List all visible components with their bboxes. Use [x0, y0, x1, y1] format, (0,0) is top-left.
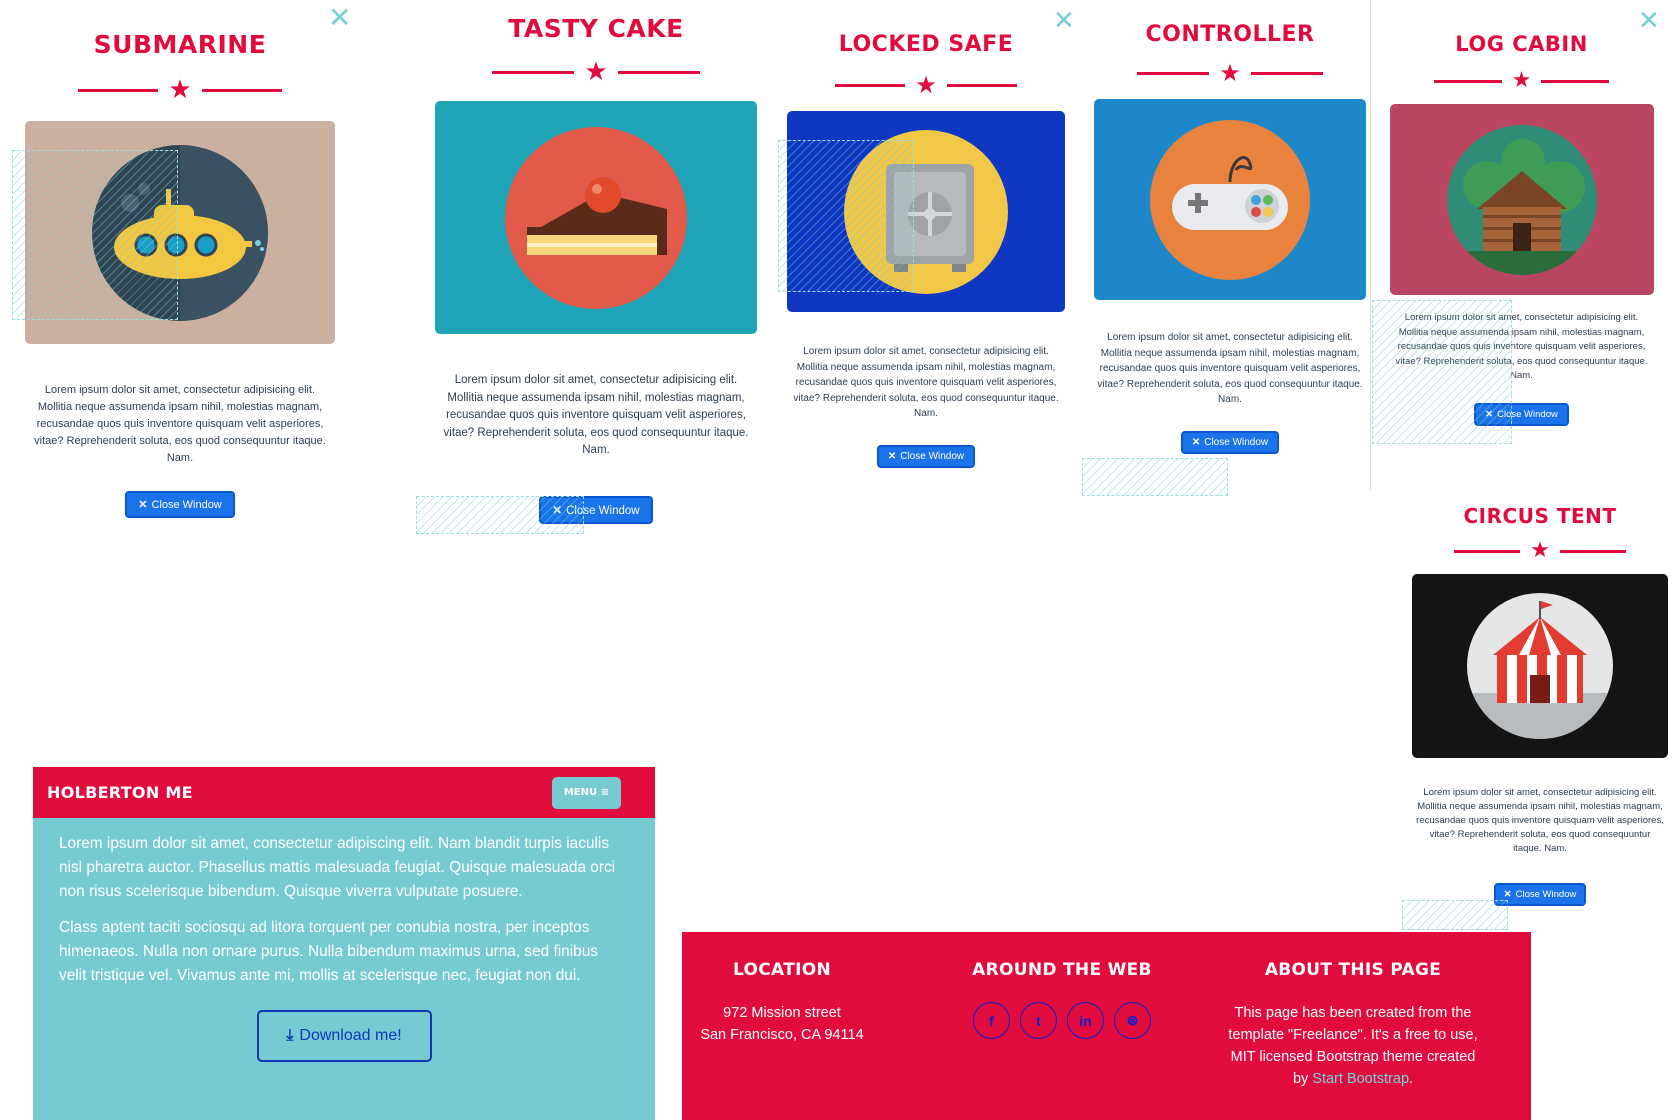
star-icon: ★ — [168, 75, 192, 105]
modal-image — [1389, 104, 1654, 295]
footer-about: ABOUT THIS PAGE This page has been creat… — [1222, 960, 1484, 1090]
modal-circus-tent: CIRCUS TENT ★ Lorem ipsum dolor sit amet… — [1400, 496, 1680, 906]
modal-title: LOG CABIN — [1455, 32, 1588, 56]
safe-icon — [844, 129, 1008, 294]
star-divider: ★ — [1090, 61, 1370, 85]
navbar: HOLBERTON ME MENU ≡ — [33, 767, 655, 818]
close-icon: ✕ — [1485, 408, 1494, 420]
about-paragraph: Class aptent taciti sociosqu ad litora t… — [59, 919, 598, 984]
modal-title: CONTROLLER — [1145, 22, 1315, 47]
linkedin-icon[interactable]: in — [1067, 1002, 1104, 1039]
modal-image — [435, 101, 757, 334]
dribbble-icon[interactable]: ⊛ — [1114, 1002, 1151, 1039]
close-window-button[interactable]: ✕ Close Window — [539, 495, 653, 524]
close-window-button[interactable]: ✕ Close Window — [1474, 402, 1569, 426]
mobile-preview: HOLBERTON ME MENU ≡ Lorem ipsum dolor si… — [33, 767, 655, 1120]
close-x-icon[interactable]: ✕ — [328, 4, 351, 32]
modal-text: Lorem ipsum dolor sit amet, consectetur … — [1395, 312, 1648, 381]
modal-image — [1412, 574, 1668, 758]
about-text: This page has been created from the temp… — [1228, 1005, 1478, 1087]
address-line: San Francisco, CA 94114 — [700, 1027, 864, 1043]
close-x-icon[interactable]: ✕ — [1638, 8, 1660, 34]
modal-locked-safe: LOCKED SAFE ★ Lorem ipsum dolor sit amet… — [786, 18, 1066, 468]
modal-text: Lorem ipsum dolor sit amet, consectetur … — [1416, 787, 1664, 854]
footer: LOCATION 972 Mission street San Francisc… — [682, 932, 1531, 1120]
submarine-icon — [92, 144, 268, 321]
menu-button[interactable]: MENU ≡ — [551, 776, 621, 809]
modal-tasty-cake: TASTY CAKE ★ Lorem ipsum dolor sit amet,… — [420, 0, 772, 524]
star-icon: ★ — [1530, 538, 1550, 563]
download-icon: ⤓ — [286, 1027, 294, 1044]
modal-title: SUBMARINE — [93, 30, 267, 59]
star-divider: ★ — [786, 73, 1066, 97]
modal-title: CIRCUS TENT — [1463, 504, 1617, 528]
star-icon: ★ — [1511, 68, 1532, 93]
modal-controller: CONTROLLER ★ Lorem ipsum dolor sit amet,… — [1090, 10, 1370, 454]
star-divider: ★ — [420, 59, 772, 85]
modal-text: Lorem ipsum dolor sit amet, consectetur … — [34, 384, 326, 464]
facebook-icon[interactable]: f — [973, 1002, 1010, 1039]
close-icon: ✕ — [138, 499, 148, 511]
modal-image — [1094, 99, 1366, 300]
modal-image — [25, 121, 335, 344]
close-window-button[interactable]: ✕ Close Window — [876, 444, 976, 468]
footer-location: LOCATION 972 Mission street San Francisc… — [682, 960, 882, 1046]
modal-log-cabin: LOG CABIN ★ Lorem ipsum dolor sit amet, … — [1370, 0, 1672, 490]
star-icon: ★ — [1219, 59, 1241, 87]
close-icon: ✕ — [1191, 436, 1201, 448]
footer-heading: AROUND THE WEB — [972, 960, 1152, 980]
twitter-icon[interactable]: t — [1020, 1002, 1057, 1039]
footer-heading: ABOUT THIS PAGE — [1264, 960, 1442, 980]
game-controller-icon — [1150, 119, 1310, 280]
close-icon: ✕ — [1503, 889, 1512, 900]
about-section: Lorem ipsum dolor sit amet, consectetur … — [33, 818, 655, 1062]
social-links: f t in ⊛ — [962, 1002, 1162, 1039]
footer-heading: LOCATION — [733, 960, 831, 980]
star-divider: ★ — [1371, 70, 1672, 92]
circus-tent-icon — [1467, 593, 1613, 739]
close-window-button[interactable]: ✕ Close Window — [125, 491, 235, 518]
download-button[interactable]: ⤓ Download me! — [256, 1010, 432, 1062]
layout-overlay — [1082, 458, 1228, 496]
brand-logo[interactable]: HOLBERTON ME — [47, 783, 193, 802]
modal-text: Lorem ipsum dolor sit amet, consectetur … — [443, 374, 749, 456]
close-window-button[interactable]: ✕ Close Window — [1180, 430, 1280, 454]
close-x-icon[interactable]: ✕ — [1053, 8, 1075, 34]
modal-submarine: SUBMARINE ★ Lorem ipsum dolor sit amet, … — [10, 20, 350, 518]
modal-title: TASTY CAKE — [508, 14, 684, 43]
footer-around-web: AROUND THE WEB f t in ⊛ — [962, 960, 1162, 1039]
star-icon: ★ — [584, 57, 608, 87]
modal-text: Lorem ipsum dolor sit amet, consectetur … — [1097, 332, 1363, 405]
close-icon: ✕ — [887, 450, 897, 462]
star-icon: ★ — [915, 71, 937, 99]
modal-image — [787, 111, 1065, 312]
about-paragraph: Lorem ipsum dolor sit amet, consectetur … — [59, 835, 616, 900]
log-cabin-icon — [1446, 124, 1597, 275]
star-divider: ★ — [1400, 540, 1680, 562]
start-bootstrap-link[interactable]: Start Bootstrap — [1312, 1071, 1409, 1087]
close-icon: ✕ — [552, 504, 563, 517]
star-divider: ★ — [10, 77, 350, 103]
modal-title: LOCKED SAFE — [838, 32, 1014, 57]
modal-text: Lorem ipsum dolor sit amet, consectetur … — [793, 346, 1059, 419]
close-window-button[interactable]: ✕ Close Window — [1493, 883, 1587, 906]
address-line: 972 Mission street — [723, 1005, 841, 1021]
cake-icon — [505, 126, 687, 309]
